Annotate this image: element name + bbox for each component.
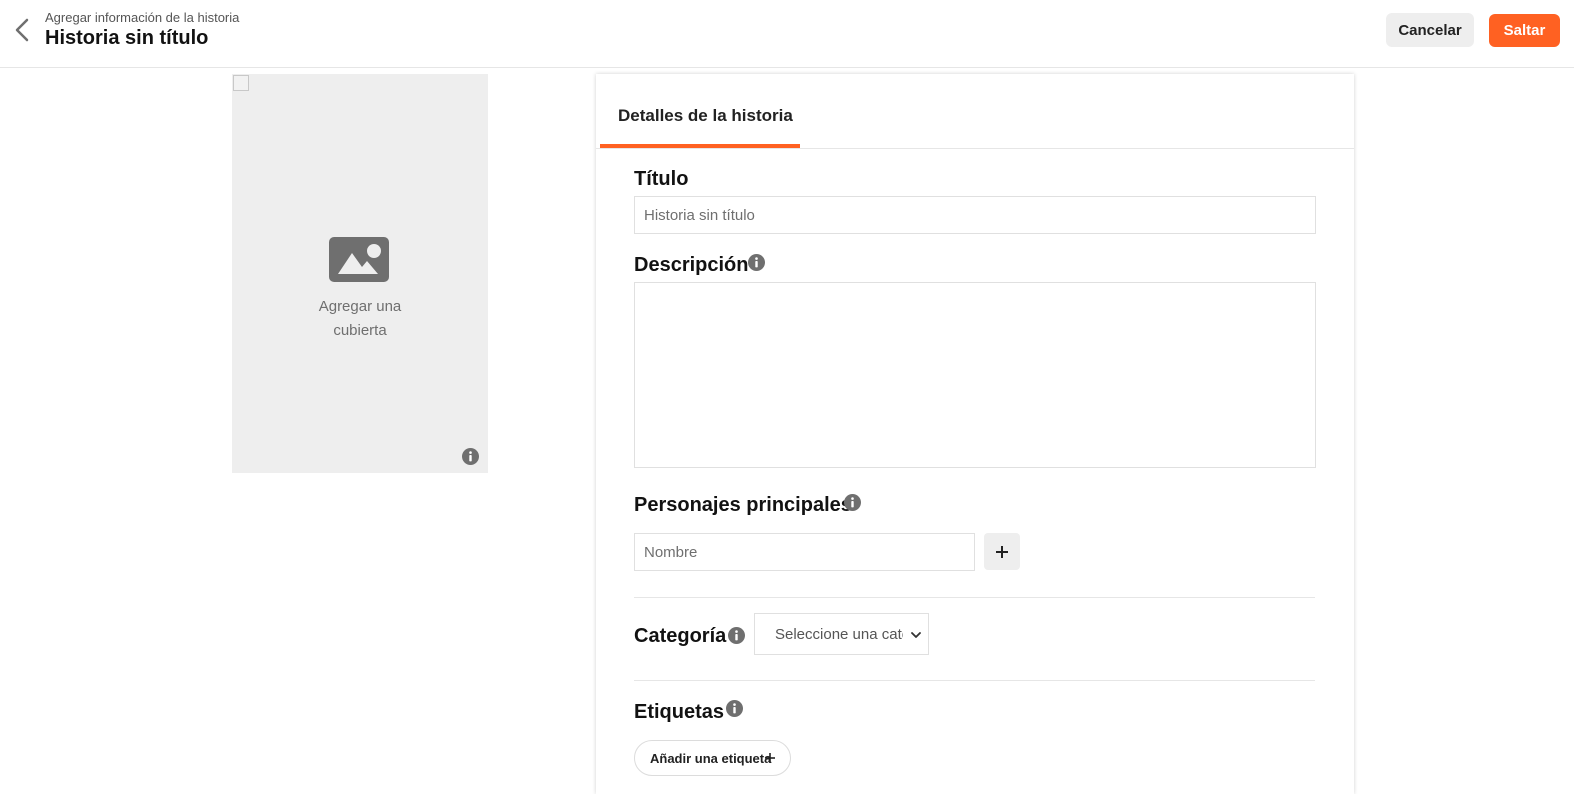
add-tag-button[interactable]: Añadir una etiqueta [634, 740, 791, 776]
add-cover-label: Agregar una cubierta [318, 298, 402, 339]
info-icon[interactable] [844, 494, 861, 511]
description-label: Descripción [634, 254, 749, 276]
tab-story-details[interactable]: Detalles de la historia [600, 74, 800, 148]
main-characters-label: Personajes principales [634, 494, 852, 516]
info-icon[interactable] [726, 700, 743, 717]
chevron-down-icon [911, 632, 921, 638]
skip-button[interactable]: Saltar [1489, 14, 1560, 47]
plus-icon [996, 545, 1008, 558]
chevron-left-icon [15, 18, 29, 42]
description-textarea[interactable] [634, 282, 1316, 468]
page-header: Agregar información de la historia Histo… [0, 0, 1574, 68]
category-selected-value: Seleccione una categoría [775, 626, 903, 643]
cancel-button[interactable]: Cancelar [1386, 13, 1474, 47]
add-character-button[interactable] [984, 533, 1020, 570]
image-icon [329, 237, 389, 282]
title-input[interactable] [634, 196, 1316, 234]
tab-label: Detalles de la historia [618, 106, 793, 125]
category-select[interactable]: Seleccione una categoría [754, 613, 929, 655]
title-label: Título [634, 168, 689, 190]
info-icon[interactable] [748, 254, 765, 271]
tags-label: Etiquetas [634, 701, 725, 723]
tab-divider [596, 148, 1354, 149]
cover-checkbox[interactable] [233, 75, 249, 91]
section-divider [634, 680, 1315, 681]
info-icon[interactable] [462, 448, 479, 465]
plus-icon [765, 753, 775, 763]
category-label: Categoría [634, 625, 727, 647]
add-cover-panel[interactable]: Agregar una cubierta [232, 74, 488, 473]
add-tag-label: Añadir una etiqueta [650, 751, 772, 766]
info-icon[interactable] [728, 627, 745, 644]
story-details-card: Detalles de la historia Título Descripci… [596, 74, 1354, 794]
character-name-input[interactable] [634, 533, 975, 571]
back-button[interactable] [8, 14, 36, 46]
section-divider [634, 597, 1315, 598]
page-title: Historia sin título [45, 27, 209, 49]
page-subtitle: Agregar información de la historia [45, 10, 240, 25]
